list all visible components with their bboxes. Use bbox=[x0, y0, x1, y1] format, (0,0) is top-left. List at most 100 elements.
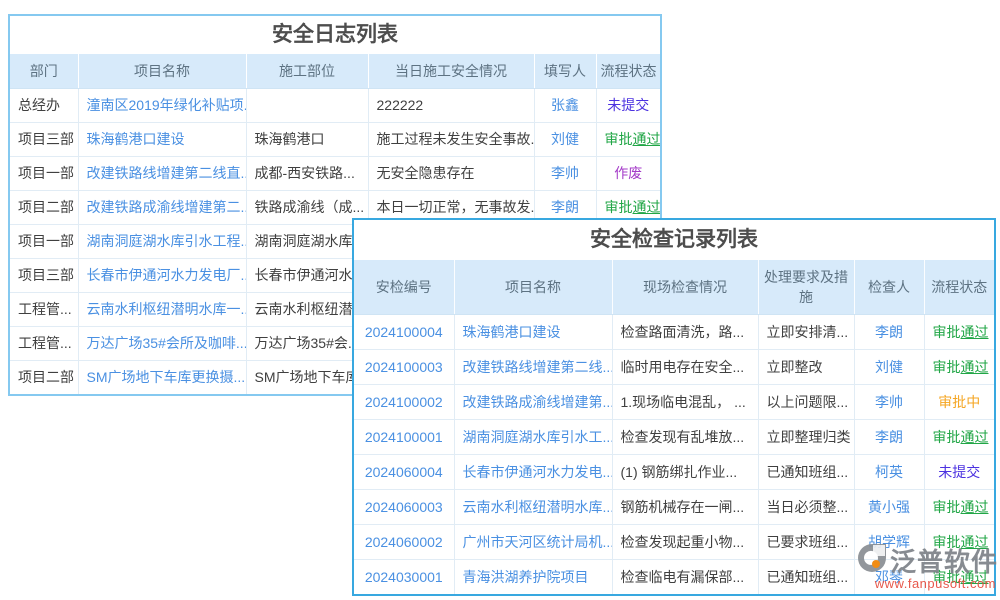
project-link[interactable]: 广州市天河区统计局机... bbox=[454, 524, 612, 559]
scene-check-cell: 1.现场临电混乱， ... bbox=[612, 384, 758, 419]
inspector-link[interactable]: 柯英 bbox=[854, 454, 924, 489]
dept-cell: 项目三部 bbox=[10, 258, 78, 292]
measure-cell: 已要求班组... bbox=[758, 524, 854, 559]
measure-cell: 立即安排清... bbox=[758, 314, 854, 349]
project-link[interactable]: 改建铁路线增建第二线直... bbox=[78, 156, 246, 190]
dept-cell: 项目一部 bbox=[10, 224, 78, 258]
part-cell: SM广场地下车库 bbox=[246, 360, 368, 394]
part-cell: 成都-西安铁路... bbox=[246, 156, 368, 190]
watermark-brand: 泛普软件 bbox=[890, 542, 998, 579]
inspection-no-link[interactable]: 2024100002 bbox=[354, 384, 454, 419]
status-badge[interactable]: 审批通过 bbox=[924, 314, 994, 349]
measure-cell: 已通知班组... bbox=[758, 454, 854, 489]
column-header: 施工部位 bbox=[246, 54, 368, 88]
scene-check-cell: (1) 钢筋绑扎作业... bbox=[612, 454, 758, 489]
inspection-record-title: 安全检查记录列表 bbox=[354, 220, 994, 260]
scene-check-cell: 检查临电有漏保部... bbox=[612, 559, 758, 594]
measure-cell: 已通知班组... bbox=[758, 559, 854, 594]
status-badge: 作废 bbox=[596, 156, 660, 190]
project-link[interactable]: 改建铁路成渝线增建第二... bbox=[78, 190, 246, 224]
project-link[interactable]: 珠海鹤港口建设 bbox=[78, 122, 246, 156]
inspection-no-link[interactable]: 2024030001 bbox=[354, 559, 454, 594]
inspection-no-link[interactable]: 2024060004 bbox=[354, 454, 454, 489]
dept-cell: 项目三部 bbox=[10, 122, 78, 156]
dept-cell: 项目二部 bbox=[10, 360, 78, 394]
situation-cell: 施工过程未发生安全事故... bbox=[368, 122, 534, 156]
measure-cell: 当日必须整... bbox=[758, 489, 854, 524]
situation-cell: 无安全隐患存在 bbox=[368, 156, 534, 190]
status-badge[interactable]: 审批通过 bbox=[924, 349, 994, 384]
status-badge: 未提交 bbox=[924, 454, 994, 489]
scene-check-cell: 检查发现起重小物... bbox=[612, 524, 758, 559]
inspector-link[interactable]: 李朗 bbox=[854, 314, 924, 349]
inspection-no-link[interactable]: 2024100001 bbox=[354, 419, 454, 454]
dept-cell: 项目一部 bbox=[10, 156, 78, 190]
project-link[interactable]: 潼南区2019年绿化补贴项... bbox=[78, 88, 246, 122]
writer-link[interactable]: 刘健 bbox=[534, 122, 596, 156]
scene-check-cell: 检查路面清洗，路... bbox=[612, 314, 758, 349]
inspection-record-table: 安全检查记录列表 安检编号项目名称现场检查情况处理要求及措施检查人流程状态 20… bbox=[352, 218, 996, 596]
scene-check-cell: 检查发现有乱堆放... bbox=[612, 419, 758, 454]
status-badge: 未提交 bbox=[596, 88, 660, 122]
table-row: 2024060004长春市伊通河水力发电...(1) 钢筋绑扎作业...已通知班… bbox=[354, 454, 994, 489]
measure-cell: 立即整改 bbox=[758, 349, 854, 384]
table-row: 2024100003改建铁路线增建第二线...临时用电存在安全...立即整改刘健… bbox=[354, 349, 994, 384]
column-header: 流程状态 bbox=[924, 260, 994, 314]
fanpu-logo-icon bbox=[856, 542, 888, 579]
writer-link[interactable]: 李帅 bbox=[534, 156, 596, 190]
column-header: 检查人 bbox=[854, 260, 924, 314]
header-row: 安检编号项目名称现场检查情况处理要求及措施检查人流程状态 bbox=[354, 260, 994, 314]
part-cell: 长春市伊通河水... bbox=[246, 258, 368, 292]
part-cell: 珠海鹤港口 bbox=[246, 122, 368, 156]
column-header: 处理要求及措施 bbox=[758, 260, 854, 314]
column-header: 项目名称 bbox=[78, 54, 246, 88]
watermark-url: www.fanpusoft.com bbox=[856, 576, 996, 591]
inspection-no-link[interactable]: 2024060003 bbox=[354, 489, 454, 524]
part-cell: 湖南洞庭湖水库 bbox=[246, 224, 368, 258]
column-header: 部门 bbox=[10, 54, 78, 88]
project-link[interactable]: 云南水利枢纽潜明水库... bbox=[454, 489, 612, 524]
column-header: 项目名称 bbox=[454, 260, 612, 314]
dept-cell: 项目二部 bbox=[10, 190, 78, 224]
column-header: 填写人 bbox=[534, 54, 596, 88]
table-row: 2024100004珠海鹤港口建设检查路面清洗，路...立即安排清...李朗审批… bbox=[354, 314, 994, 349]
dept-cell: 工程管... bbox=[10, 292, 78, 326]
status-badge[interactable]: 审批通过 bbox=[924, 489, 994, 524]
table-row: 项目三部珠海鹤港口建设珠海鹤港口施工过程未发生安全事故...刘健审批通过 bbox=[10, 122, 660, 156]
dept-cell: 总经办 bbox=[10, 88, 78, 122]
project-link[interactable]: 长春市伊通河水力发电... bbox=[454, 454, 612, 489]
inspector-link[interactable]: 李帅 bbox=[854, 384, 924, 419]
part-cell: 铁路成渝线（成... bbox=[246, 190, 368, 224]
project-link[interactable]: 万达广场35#会所及咖啡... bbox=[78, 326, 246, 360]
project-link[interactable]: 珠海鹤港口建设 bbox=[454, 314, 612, 349]
inspection-no-link[interactable]: 2024060002 bbox=[354, 524, 454, 559]
project-link[interactable]: 改建铁路线增建第二线... bbox=[454, 349, 612, 384]
inspector-link[interactable]: 刘健 bbox=[854, 349, 924, 384]
project-link[interactable]: 云南水利枢纽潜明水库一... bbox=[78, 292, 246, 326]
column-header: 流程状态 bbox=[596, 54, 660, 88]
inspector-link[interactable]: 李朗 bbox=[854, 419, 924, 454]
inspection-no-link[interactable]: 2024100004 bbox=[354, 314, 454, 349]
project-link[interactable]: 长春市伊通河水力发电厂... bbox=[78, 258, 246, 292]
header-row: 部门项目名称施工部位当日施工安全情况填写人流程状态 bbox=[10, 54, 660, 88]
scene-check-cell: 钢筋机械存在一闸... bbox=[612, 489, 758, 524]
table-row: 2024060003云南水利枢纽潜明水库...钢筋机械存在一闸...当日必须整.… bbox=[354, 489, 994, 524]
writer-link[interactable]: 张鑫 bbox=[534, 88, 596, 122]
status-badge[interactable]: 审批通过 bbox=[596, 122, 660, 156]
project-link[interactable]: 青海洪湖养护院项目 bbox=[454, 559, 612, 594]
project-link[interactable]: 湖南洞庭湖水库引水工程... bbox=[78, 224, 246, 258]
project-link[interactable]: SM广场地下车库更换摄... bbox=[78, 360, 246, 394]
project-link[interactable]: 改建铁路成渝线增建第... bbox=[454, 384, 612, 419]
part-cell: 万达广场35#会... bbox=[246, 326, 368, 360]
dept-cell: 工程管... bbox=[10, 326, 78, 360]
measure-cell: 立即整理归类 bbox=[758, 419, 854, 454]
inspection-no-link[interactable]: 2024100003 bbox=[354, 349, 454, 384]
status-badge[interactable]: 审批通过 bbox=[924, 419, 994, 454]
table-row: 项目一部改建铁路线增建第二线直...成都-西安铁路...无安全隐患存在李帅作废 bbox=[10, 156, 660, 190]
watermark: 泛普软件 www.fanpusoft.com bbox=[856, 542, 996, 591]
column-header: 现场检查情况 bbox=[612, 260, 758, 314]
project-link[interactable]: 湖南洞庭湖水库引水工... bbox=[454, 419, 612, 454]
column-header: 当日施工安全情况 bbox=[368, 54, 534, 88]
inspector-link[interactable]: 黄小强 bbox=[854, 489, 924, 524]
table-row: 2024100001湖南洞庭湖水库引水工...检查发现有乱堆放...立即整理归类… bbox=[354, 419, 994, 454]
